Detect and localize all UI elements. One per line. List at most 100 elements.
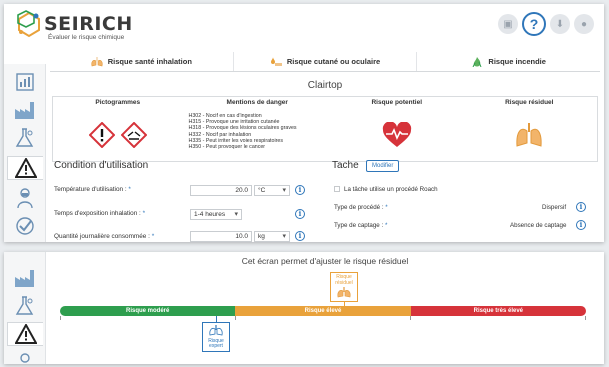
- evaluation-panel: SEIRICH Évaluer le risque chimique ▣ ? ⬇…: [4, 4, 604, 242]
- scale-tick: [410, 316, 411, 320]
- residual-risk-marker[interactable]: Risque résiduel: [330, 272, 358, 302]
- roach-process-checkbox[interactable]: La tâche utilise un procédé Roach: [334, 186, 438, 193]
- info-icon[interactable]: i: [576, 220, 586, 230]
- residual-risk-cell: [462, 109, 598, 161]
- corrosion-icon: [120, 122, 147, 148]
- exposure-value: 1-4 heures: [194, 211, 226, 218]
- required-mark: *: [128, 186, 131, 193]
- modify-task-button[interactable]: Modifier: [366, 160, 400, 172]
- temperature-unit-select[interactable]: °C: [254, 185, 290, 196]
- pictograms-cell: [53, 109, 183, 161]
- user-icon[interactable]: ●: [574, 14, 594, 34]
- product-name: Clairtop: [307, 80, 343, 91]
- tab-inhalation[interactable]: Risque santé inhalation: [50, 52, 234, 71]
- fire-icon: [472, 56, 482, 67]
- flask-molecule-icon[interactable]: [13, 294, 37, 318]
- scale-tick: [235, 316, 236, 320]
- hazard-mentions: H302 - Nocif en cas d'ingestion H315 - P…: [183, 109, 332, 161]
- required-mark: *: [385, 204, 388, 211]
- quantity-label-text: Quantité journalière consommée :: [54, 233, 150, 240]
- person-mask-icon[interactable]: [13, 348, 37, 367]
- residual-risk-adjust-panel: Cet écran permet d'ajuster le risque rés…: [4, 252, 604, 364]
- header-toolbar: ▣ ? ⬇ ●: [498, 12, 594, 36]
- left-navigation: [4, 252, 46, 364]
- expert-risk-marker[interactable]: Risque expert: [202, 322, 230, 352]
- quantity-label: Quantité journalière consommée : *: [54, 233, 154, 240]
- capture-type-label: Type de captage : *: [334, 222, 387, 229]
- risk-tabs: Risque santé inhalation Risque cutané ou…: [50, 52, 600, 72]
- left-navigation: [4, 64, 46, 242]
- hazard-table: Pictogrammes Mentions de danger Risque p…: [52, 96, 598, 162]
- scale-tick: [60, 316, 61, 320]
- temperature-input[interactable]: 20.0: [190, 185, 252, 196]
- molecule-logo-icon: [17, 10, 40, 38]
- download-icon[interactable]: ⬇: [550, 14, 570, 34]
- skin-drop-icon: [270, 56, 282, 66]
- process-type-label-text: Type de procédé :: [334, 204, 384, 211]
- tab-cutane[interactable]: Risque cutané ou oculaire: [234, 52, 418, 71]
- scale-tick: [585, 316, 586, 320]
- factory-icon[interactable]: [13, 98, 37, 122]
- tab-label: Risque santé inhalation: [107, 57, 192, 66]
- app-tagline: Évaluer le risque chimique: [48, 34, 125, 41]
- tab-label: Risque incendie: [488, 57, 546, 66]
- potential-risk-cell: [332, 109, 462, 161]
- info-icon[interactable]: i: [295, 209, 305, 219]
- temperature-unit-value: °C: [258, 187, 266, 194]
- temperature-label-text: Température d'utilisation :: [54, 186, 127, 193]
- factory-icon[interactable]: [13, 266, 37, 290]
- marker-line2: expert: [209, 343, 223, 350]
- col-pictogrammes: Pictogrammes: [95, 99, 141, 106]
- col-risque-potentiel: Risque potentiel: [371, 99, 423, 106]
- exclamation-mark-icon: [88, 122, 115, 148]
- quantity-unit-select[interactable]: kg: [254, 231, 290, 242]
- lungs-icon: [337, 287, 351, 298]
- lungs-icon: [516, 123, 542, 147]
- exposure-select[interactable]: 1-4 heures: [190, 209, 242, 220]
- checkbox-box: [334, 186, 340, 193]
- required-mark: *: [151, 233, 155, 240]
- flask-molecule-icon[interactable]: [13, 126, 37, 150]
- process-type-value: Dispersif: [542, 204, 567, 211]
- lungs-icon: [91, 56, 103, 66]
- segment-modere[interactable]: Risque modéré: [60, 306, 236, 316]
- warning-triangle-icon[interactable]: [7, 322, 43, 346]
- check-badge-icon[interactable]: [13, 214, 37, 238]
- heart-pulse-icon: [382, 122, 411, 147]
- quantity-unit-value: kg: [258, 233, 265, 240]
- app-brand: SEIRICH: [44, 13, 133, 35]
- tache-title: Tache: [332, 160, 359, 171]
- hazard-table-row: H302 - Nocif en cas d'ingestion H315 - P…: [53, 109, 597, 161]
- temperature-label: Température d'utilisation : *: [54, 186, 131, 193]
- info-icon[interactable]: i: [295, 185, 305, 195]
- lungs-icon: [209, 325, 223, 336]
- marker-line2: résiduel: [335, 279, 353, 286]
- info-icon[interactable]: i: [576, 202, 586, 212]
- roach-process-label: La tâche utilise un procédé Roach: [344, 186, 438, 193]
- warning-triangle-icon[interactable]: [7, 156, 43, 180]
- exposure-label-text: Temps d'exposition inhalation :: [54, 210, 141, 217]
- info-icon[interactable]: i: [295, 231, 305, 241]
- help-icon[interactable]: ?: [522, 12, 546, 36]
- mention-line: H350 - Peut provoquer le cancer: [188, 144, 266, 151]
- process-type-label: Type de procédé : *: [334, 204, 388, 211]
- conditions-title: Condition d'utilisation: [54, 160, 149, 171]
- col-mentions: Mentions de danger: [226, 99, 288, 106]
- segment-eleve[interactable]: Risque élevé: [235, 306, 411, 316]
- app-logo[interactable]: SEIRICH Évaluer le risque chimique: [14, 10, 133, 41]
- adjust-title: Cet écran permet d'ajuster le risque rés…: [241, 256, 409, 266]
- briefcase-icon[interactable]: ▣: [498, 14, 518, 34]
- capture-type-label-text: Type de captage :: [334, 222, 384, 229]
- exposure-label: Temps d'exposition inhalation : *: [54, 210, 145, 217]
- quantity-input[interactable]: 10.0: [190, 231, 252, 242]
- chart-icon[interactable]: [13, 70, 37, 94]
- segment-tres-eleve[interactable]: Risque très élevé: [410, 306, 586, 316]
- hazard-table-header: Pictogrammes Mentions de danger Risque p…: [53, 97, 597, 109]
- tab-incendie[interactable]: Risque incendie: [417, 52, 600, 71]
- risk-scale-bar[interactable]: Risque modéré Risque élevé Risque très é…: [60, 306, 586, 316]
- tab-label: Risque cutané ou oculaire: [286, 57, 381, 66]
- col-risque-residuel: Risque résiduel: [505, 99, 554, 106]
- required-mark: *: [384, 222, 388, 229]
- required-mark: *: [142, 210, 146, 217]
- person-mask-icon[interactable]: [13, 186, 37, 210]
